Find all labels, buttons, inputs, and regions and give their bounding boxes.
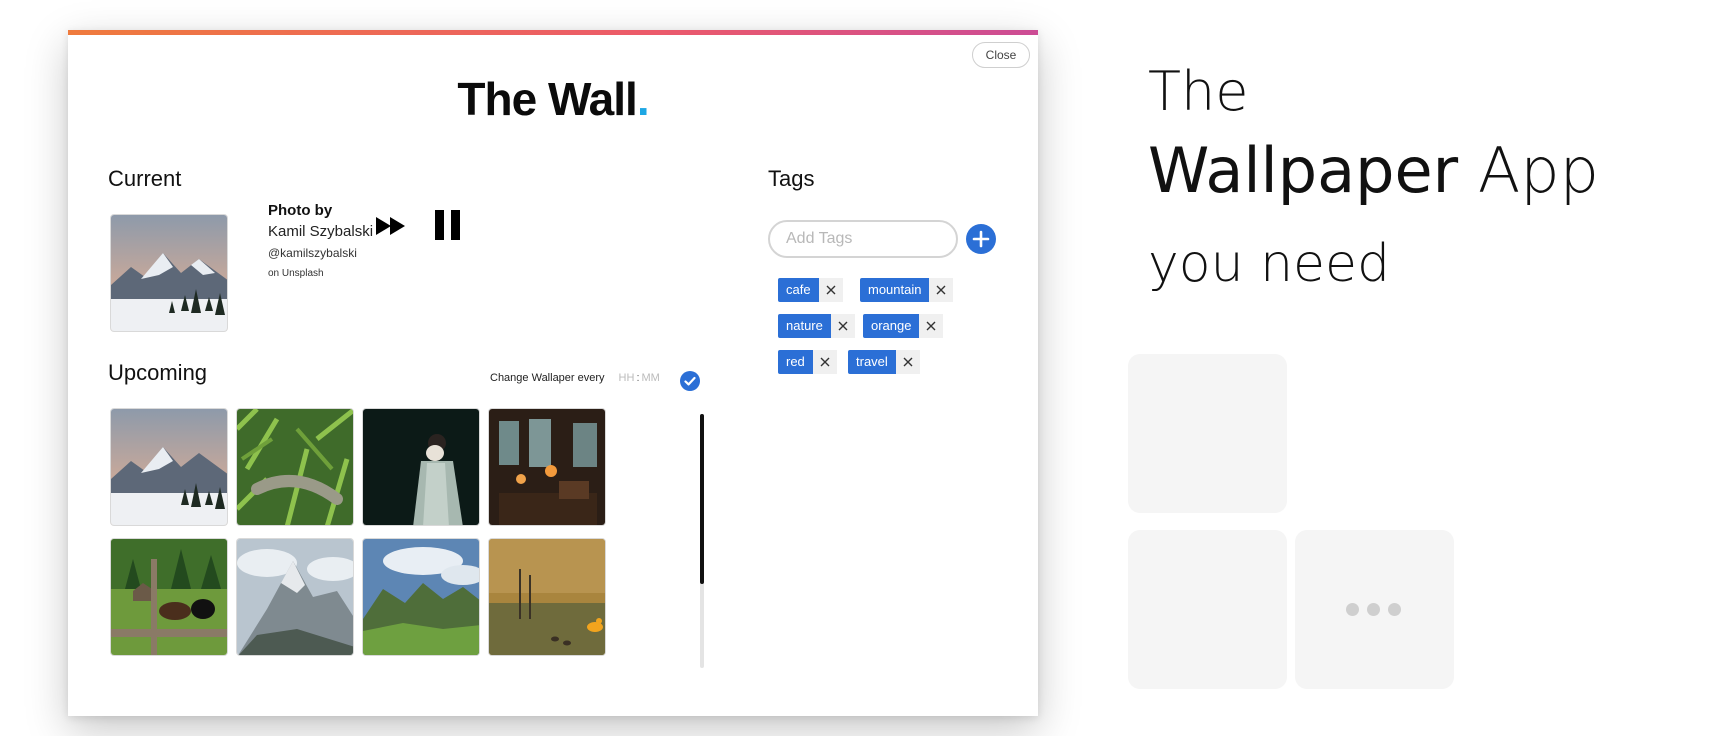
- upcoming-photo[interactable]: [110, 408, 228, 526]
- upcoming-photo[interactable]: [236, 408, 354, 526]
- tag-chip: mountain: [860, 278, 954, 302]
- tags-heading: Tags: [768, 166, 815, 191]
- tag-label[interactable]: mountain: [860, 278, 930, 302]
- current-wallpaper-thumbnail[interactable]: [110, 214, 228, 332]
- ellipsis-icon: [1346, 603, 1401, 616]
- tag-chip: travel: [848, 350, 920, 374]
- close-icon: [820, 357, 830, 367]
- remove-tag-button[interactable]: [812, 350, 837, 374]
- upcoming-photo[interactable]: [488, 538, 606, 656]
- green-valley-image: [363, 539, 479, 655]
- tag-chip: red: [778, 350, 837, 374]
- app-title: The Wall.: [68, 72, 1038, 126]
- upcoming-photo[interactable]: [236, 538, 354, 656]
- upcoming-photo[interactable]: [362, 538, 480, 656]
- interval-label: Change Wallaper every: [490, 372, 605, 384]
- placeholder-tile: [1128, 530, 1287, 689]
- promo-line-2: Wallpaper App: [1148, 134, 1599, 207]
- add-tag-button[interactable]: [966, 224, 996, 254]
- credit-author-handle[interactable]: @kamilszybalski: [268, 246, 373, 260]
- placeholder-tile: [1128, 354, 1287, 513]
- minutes-input[interactable]: MM: [642, 372, 660, 384]
- tag-chip: cafe: [778, 278, 843, 302]
- check-icon: [684, 376, 696, 386]
- tag-label[interactable]: nature: [778, 314, 831, 338]
- lizard-grass-image: [237, 409, 353, 525]
- upcoming-photo[interactable]: [110, 538, 228, 656]
- tag-chip: orange: [863, 314, 944, 338]
- hours-input[interactable]: HH: [619, 372, 635, 384]
- tag-label[interactable]: orange: [863, 314, 920, 338]
- credit-author-name[interactable]: Kamil Szybalski: [268, 223, 373, 240]
- app-window: Close The Wall. Current Photo by Kamil S…: [68, 30, 1038, 716]
- remove-tag-button[interactable]: [929, 278, 954, 302]
- credit-source[interactable]: on Unsplash: [268, 268, 373, 279]
- upcoming-heading: Upcoming: [108, 360, 208, 385]
- change-interval-control: Change Wallaper every HH : MM: [490, 372, 660, 384]
- cafe-interior-image: [489, 409, 605, 525]
- page: Close The Wall. Current Photo by Kamil S…: [0, 0, 1712, 736]
- ducks-pond-image: [489, 539, 605, 655]
- promo-line-2-light: App: [1477, 134, 1599, 207]
- promo-line-3: you need: [1148, 234, 1391, 294]
- mountain-snow-image: [111, 215, 227, 331]
- plus-icon: [972, 230, 990, 248]
- rocky-peak-image: [237, 539, 353, 655]
- credit-label: Photo by: [268, 202, 333, 219]
- pause-icon: [435, 210, 460, 240]
- close-icon: [838, 321, 848, 331]
- upcoming-photo[interactable]: [362, 408, 480, 526]
- close-icon: [926, 321, 936, 331]
- close-icon: [903, 357, 913, 367]
- remove-tag-button[interactable]: [895, 350, 920, 374]
- app-title-text: The Wall: [457, 73, 637, 125]
- tag-chip: nature: [778, 314, 855, 338]
- promo-line-2-bold: Wallpaper: [1148, 134, 1459, 207]
- promo-line-1: The: [1148, 60, 1249, 123]
- app-title-dot: .: [636, 73, 650, 125]
- placeholder-tile-more: [1295, 530, 1454, 689]
- tag-label[interactable]: red: [778, 350, 813, 374]
- mountain-snow-image: [111, 409, 227, 525]
- remove-tag-button[interactable]: [818, 278, 843, 302]
- upcoming-scroll-thumb[interactable]: [700, 414, 704, 584]
- tag-label[interactable]: travel: [848, 350, 896, 374]
- remove-tag-button[interactable]: [919, 314, 944, 338]
- current-heading: Current: [108, 166, 182, 191]
- pause-button[interactable]: [434, 208, 462, 242]
- tag-label[interactable]: cafe: [778, 278, 819, 302]
- woman-fan-image: [363, 409, 479, 525]
- time-separator: :: [636, 372, 640, 384]
- close-icon: [826, 285, 836, 295]
- close-button[interactable]: Close: [972, 42, 1030, 68]
- next-wallpaper-button[interactable]: [374, 214, 408, 238]
- photo-credit: Photo by Kamil Szybalski @kamilszybalski…: [268, 202, 373, 279]
- upcoming-photo[interactable]: [488, 408, 606, 526]
- confirm-interval-button[interactable]: [680, 371, 700, 391]
- gradient-top-bar: [68, 30, 1038, 35]
- add-tags-input[interactable]: [768, 220, 958, 258]
- remove-tag-button[interactable]: [830, 314, 855, 338]
- fast-forward-icon: [376, 217, 405, 235]
- close-icon: [936, 285, 946, 295]
- cows-forest-image: [111, 539, 227, 655]
